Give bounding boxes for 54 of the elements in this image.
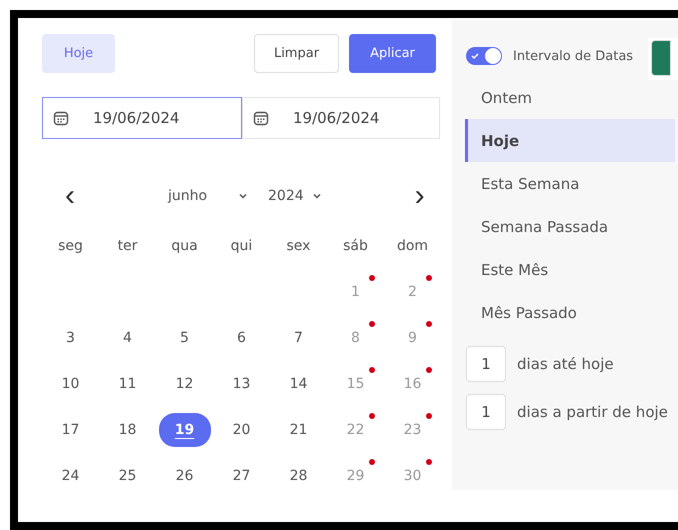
calendar-day[interactable]: 6 bbox=[231, 327, 252, 349]
weekday-label: seg bbox=[57, 237, 84, 256]
calendar-day[interactable]: 12 bbox=[170, 373, 200, 395]
chevron-down-icon bbox=[238, 192, 248, 200]
preset-item[interactable]: Ontem bbox=[465, 76, 675, 119]
date-field[interactable]: 19/06/2024 bbox=[42, 97, 242, 139]
calendar-day[interactable]: 5 bbox=[174, 327, 195, 349]
month-dropdown[interactable]: junho bbox=[168, 188, 248, 204]
apply-button[interactable]: Aplicar bbox=[349, 34, 436, 73]
chevron-down-icon bbox=[312, 192, 322, 200]
calendar-day[interactable]: 4 bbox=[117, 327, 138, 349]
field-label: dias a partir de hoje bbox=[517, 403, 668, 421]
number-field[interactable]: 1 bbox=[466, 394, 506, 430]
calendar-day[interactable]: 21 bbox=[284, 419, 314, 441]
calendar-day[interactable]: 18 bbox=[112, 419, 142, 441]
preset-item[interactable]: Esta Semana bbox=[465, 162, 675, 205]
year-dropdown[interactable]: 2024 bbox=[268, 188, 322, 204]
date-field[interactable]: 19/06/2024 bbox=[242, 97, 440, 139]
preset-item[interactable]: Mês Passado bbox=[465, 291, 675, 334]
weekday-label: sáb bbox=[342, 237, 369, 256]
calendar-icon bbox=[53, 110, 69, 126]
button[interactable] bbox=[651, 40, 671, 76]
calendar-day[interactable]: 24 bbox=[56, 465, 86, 487]
calendar-day[interactable]: 3 bbox=[60, 327, 81, 349]
calendar-day[interactable]: 7 bbox=[288, 327, 309, 349]
calendar-day[interactable]: 20 bbox=[226, 419, 256, 441]
weekday-label: dom bbox=[396, 237, 430, 256]
calendar-day[interactable]: 10 bbox=[56, 373, 86, 395]
calendar-day[interactable]: 26 bbox=[170, 465, 200, 487]
weekday-label: ter bbox=[116, 237, 138, 256]
calendar-day[interactable]: 14 bbox=[284, 373, 314, 395]
calendar-day[interactable]: 17 bbox=[56, 419, 86, 441]
calendar-day[interactable]: 11 bbox=[112, 373, 142, 395]
calendar-day[interactable]: 25 bbox=[112, 465, 142, 487]
preset-item[interactable]: Semana Passada bbox=[465, 205, 675, 248]
clear-button[interactable]: Limpar bbox=[254, 34, 339, 73]
previous-month-button[interactable]: ‹ bbox=[58, 181, 82, 211]
weekday-label: qua bbox=[170, 237, 199, 256]
preset-item[interactable]: Hoje bbox=[465, 119, 675, 162]
field-label: dias até hoje bbox=[517, 355, 614, 373]
preset-item[interactable]: Este Mês bbox=[465, 248, 675, 291]
toggle-switch[interactable] bbox=[466, 47, 502, 65]
calendar-day[interactable]: 27 bbox=[226, 465, 256, 487]
calendar-day[interactable]: 28 bbox=[284, 465, 314, 487]
number-field[interactable]: 1 bbox=[466, 346, 506, 382]
today-button[interactable]: Hoje bbox=[42, 34, 115, 73]
calendar-day[interactable]: 19 bbox=[158, 413, 210, 447]
calendar-icon bbox=[253, 110, 269, 126]
calendar-day[interactable]: 13 bbox=[226, 373, 256, 395]
weekday-label: qui bbox=[230, 237, 254, 256]
weekday-label: sex bbox=[286, 237, 312, 256]
toggle-label: Intervalo de Datas bbox=[513, 48, 634, 64]
next-month-button[interactable]: › bbox=[408, 181, 432, 211]
check-icon bbox=[471, 52, 479, 60]
